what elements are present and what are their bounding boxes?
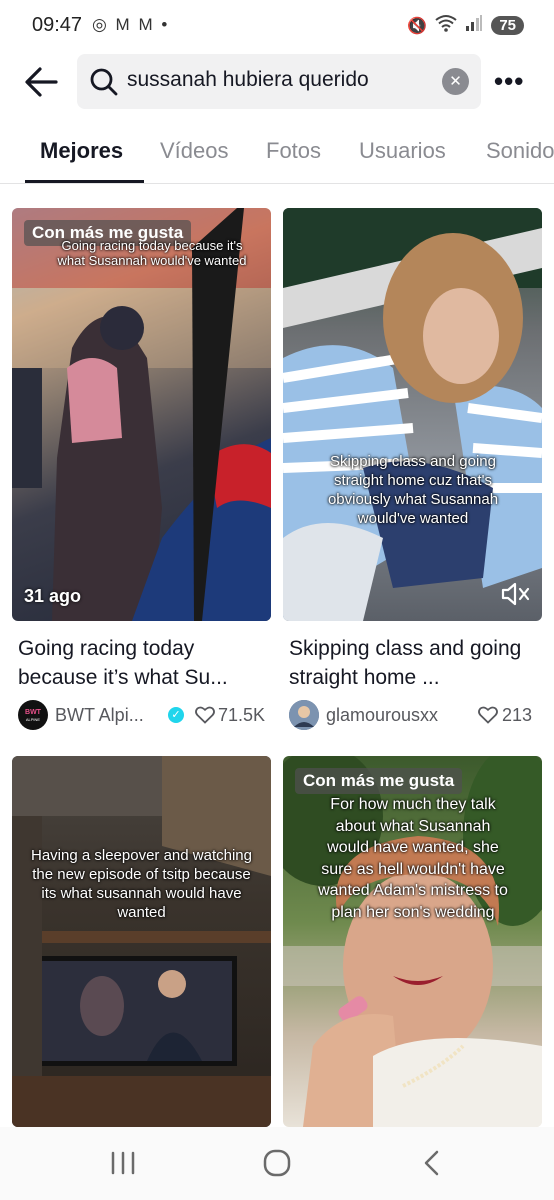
search-box[interactable]: sussanah hubiera querido ✕ xyxy=(77,54,481,109)
tab-fotos[interactable]: Fotos xyxy=(266,138,321,164)
video-card[interactable]: Having a sleepover and watching the new … xyxy=(12,756,271,1127)
arrow-left-icon[interactable] xyxy=(22,64,62,100)
tab-mejores[interactable]: Mejores xyxy=(40,138,123,164)
video-card[interactable]: Con más me gusta Going racing today beca… xyxy=(12,208,271,733)
mute-icon[interactable] xyxy=(500,581,530,607)
avatar[interactable] xyxy=(289,700,319,730)
video-thumbnail[interactable]: Con más me gusta Going racing today beca… xyxy=(12,208,271,621)
wifi-icon xyxy=(435,14,457,37)
signal-icon xyxy=(465,14,483,37)
home-icon[interactable] xyxy=(263,1149,291,1182)
search-header: sussanah hubiera querido ✕ ••• xyxy=(0,54,554,110)
thumbnail-image xyxy=(12,756,271,1127)
status-right: 🔇 75 xyxy=(407,14,524,37)
mute-status-icon: 🔇 xyxy=(407,17,428,35)
notification-icons: ◎ M M • xyxy=(92,15,170,34)
svg-text:BWT: BWT xyxy=(25,709,42,716)
tab-indicator xyxy=(25,180,144,183)
thumbnail-image xyxy=(12,208,271,621)
system-nav-bar xyxy=(0,1127,554,1200)
top-liked-badge: Con más me gusta xyxy=(295,768,463,794)
back-icon[interactable] xyxy=(422,1149,442,1182)
video-thumbnail[interactable]: Skipping class and going straight home c… xyxy=(283,208,542,621)
tab-sonidos[interactable]: Sonidos xyxy=(486,138,554,164)
battery-indicator: 75 xyxy=(491,16,524,35)
svg-text:ALPINE: ALPINE xyxy=(26,717,41,722)
video-caption-overlay: For how much they talk about what Susann… xyxy=(318,796,508,921)
clear-icon[interactable]: ✕ xyxy=(442,68,469,95)
tab-videos[interactable]: Vídeos xyxy=(160,138,229,164)
video-card[interactable]: Skipping class and going straight home c… xyxy=(283,208,542,733)
like-count: 71.5K xyxy=(218,705,266,725)
video-caption-overlay: Having a sleepover and watching the new … xyxy=(31,847,252,921)
video-title[interactable]: Skipping class and going straight home .… xyxy=(289,634,539,692)
author-name[interactable]: BWT Alpi... xyxy=(55,705,144,726)
video-caption-overlay: Skipping class and going straight home c… xyxy=(327,453,499,527)
verified-icon: ✓ xyxy=(168,707,184,723)
video-thumbnail[interactable]: Con más me gusta For how much they talk … xyxy=(283,756,542,1127)
search-icon xyxy=(89,67,119,97)
status-time: 09:47 xyxy=(32,14,83,36)
post-date: 31 ago xyxy=(24,586,82,606)
thumbnail-image xyxy=(283,208,542,621)
video-meta: BWT ALPINE BWT Alpi... ✓ 71.5K xyxy=(18,700,271,730)
heart-icon xyxy=(478,705,498,725)
video-caption-overlay: Going racing today because it's what Sus… xyxy=(57,238,247,268)
heart-icon xyxy=(195,705,215,725)
video-thumbnail[interactable]: Having a sleepover and watching the new … xyxy=(12,756,271,1127)
like-count: 213 xyxy=(502,705,533,725)
author-name[interactable]: glamourousxx xyxy=(326,705,438,726)
status-bar: 09:47 ◎ M M • 🔇 75 xyxy=(0,0,554,52)
video-card[interactable]: Con más me gusta For how much they talk … xyxy=(283,756,542,1127)
tab-usuarios[interactable]: Usuarios xyxy=(359,138,446,164)
search-input[interactable]: sussanah hubiera querido xyxy=(127,68,369,92)
more-icon[interactable]: ••• xyxy=(494,66,524,97)
avatar[interactable]: BWT ALPINE xyxy=(18,700,48,730)
video-meta: glamourousxx 213 xyxy=(289,700,542,730)
recents-icon[interactable] xyxy=(110,1149,136,1182)
video-title[interactable]: Going racing today because it’s what Su.… xyxy=(18,634,268,692)
search-tabs: Mejores Vídeos Fotos Usuarios Sonidos xyxy=(0,130,554,184)
